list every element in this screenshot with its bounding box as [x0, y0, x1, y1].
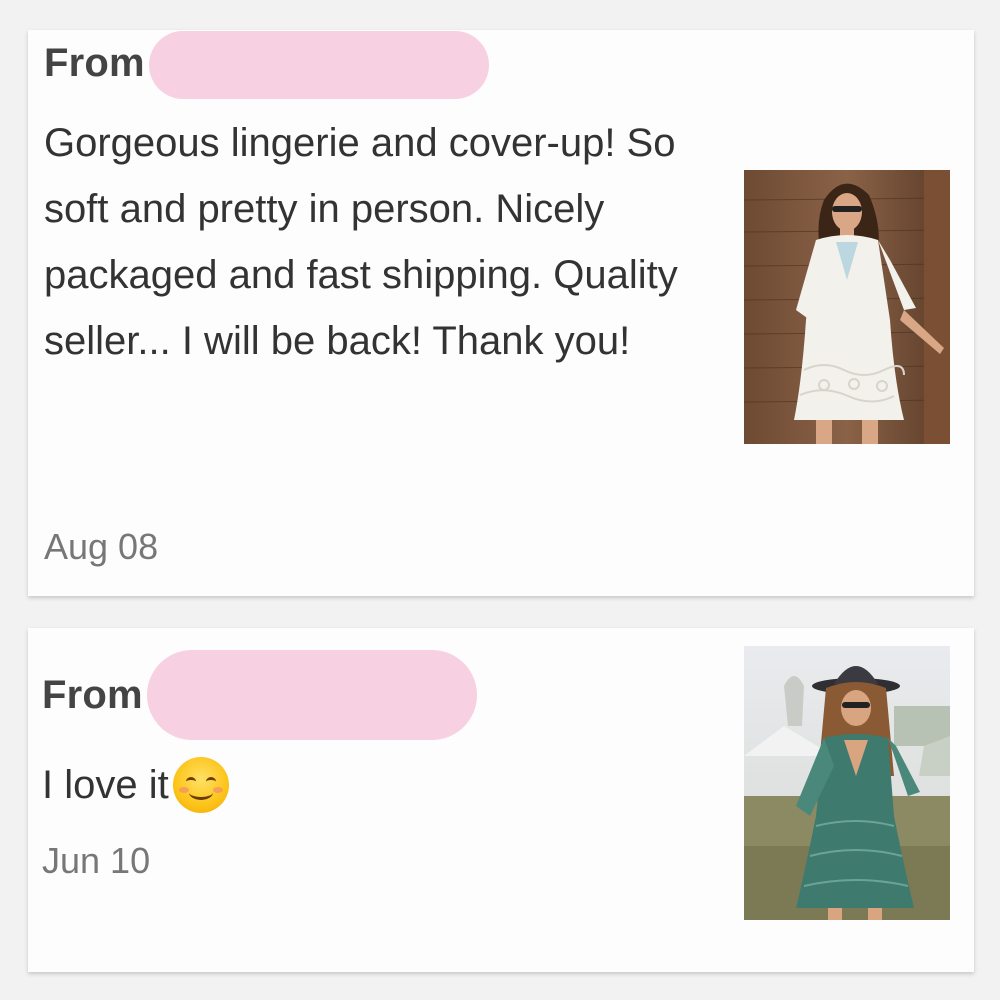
- redacted-username: [148, 31, 489, 99]
- redacted-username: [146, 650, 477, 740]
- smiling-face-emoji-icon: [172, 757, 229, 813]
- review-date: Aug 08: [44, 526, 159, 567]
- green-lace-dress-photo: [744, 646, 950, 920]
- reviews-page: From Gorgeous lingerie and cover-up! So …: [0, 0, 1000, 1000]
- review-card: From Gorgeous lingerie and cover-up! So …: [28, 30, 974, 596]
- review-card: From I love it Jun 10: [28, 628, 974, 972]
- white-lace-cover-up-photo: [744, 170, 950, 444]
- review-text-row: I love it: [42, 752, 642, 818]
- product-photo[interactable]: [744, 646, 950, 920]
- review-author-row: From: [42, 648, 477, 742]
- product-photo[interactable]: [744, 170, 950, 444]
- from-label: From: [42, 672, 143, 717]
- review-text: I love it: [42, 763, 169, 807]
- review-text: Gorgeous lingerie and cover-up! So soft …: [44, 121, 678, 363]
- review-author-row: From: [44, 30, 489, 99]
- review-date: Jun 10: [42, 840, 151, 881]
- from-label: From: [44, 40, 145, 85]
